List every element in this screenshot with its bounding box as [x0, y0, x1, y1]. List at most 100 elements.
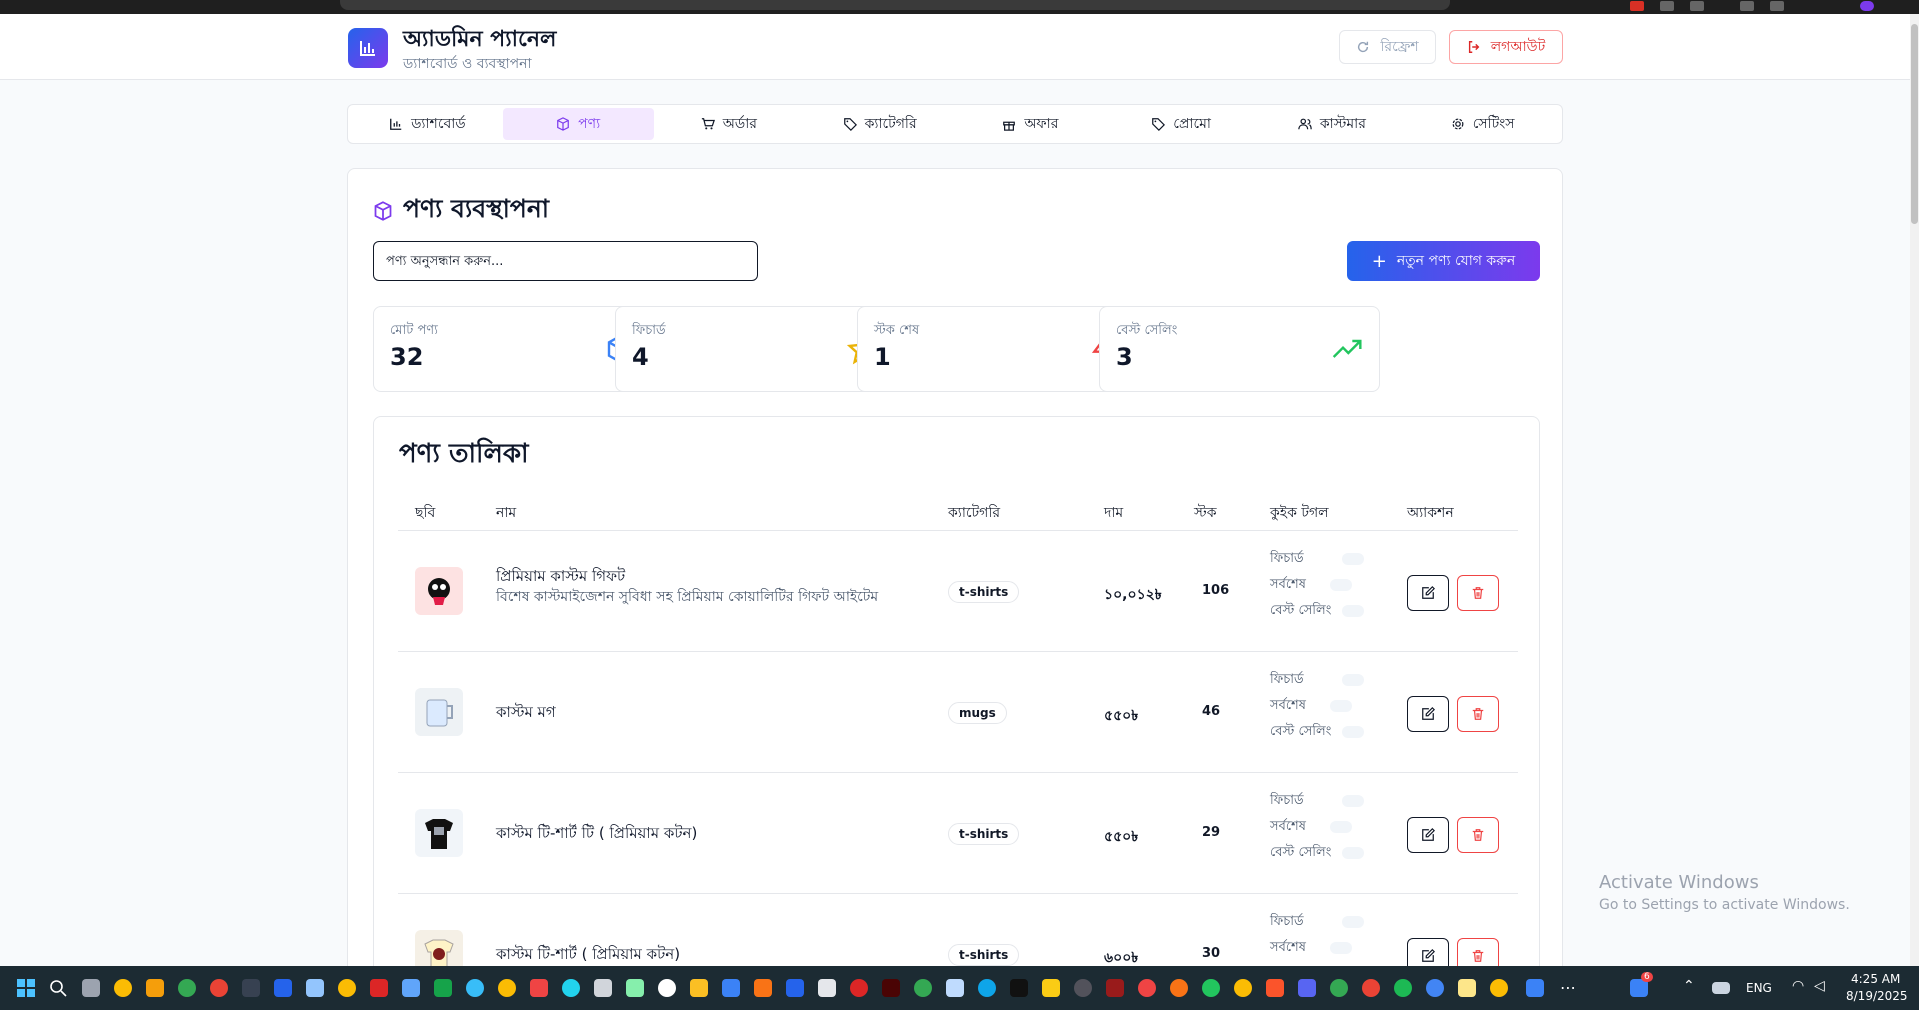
app-icon[interactable] — [146, 979, 164, 997]
windows-start-icon[interactable] — [17, 979, 35, 997]
vscode-icon[interactable] — [722, 979, 740, 997]
discord-icon[interactable] — [1298, 979, 1316, 997]
app-icon[interactable] — [1010, 979, 1028, 997]
app-icon[interactable] — [1138, 979, 1156, 997]
word-icon[interactable] — [274, 979, 292, 997]
chrome-icon[interactable] — [1426, 979, 1444, 997]
logout-button[interactable]: লগআউট — [1449, 30, 1563, 64]
app-icon[interactable] — [1074, 979, 1092, 997]
notification-badge: 6 — [1641, 972, 1653, 982]
page-scrollbar[interactable] — [1910, 14, 1919, 966]
product-search-input[interactable] — [373, 241, 758, 281]
tab-offers[interactable]: অফার — [955, 108, 1106, 140]
tab-settings[interactable]: সেটিংস — [1407, 108, 1558, 140]
app-icon[interactable] — [626, 979, 644, 997]
edit-button[interactable] — [1407, 817, 1449, 853]
chrome-icon[interactable] — [1362, 979, 1380, 997]
more-apps-icon[interactable]: ⋯ — [1560, 978, 1576, 997]
tab-dashboard[interactable]: ড্যাশবোর্ড — [352, 108, 503, 140]
table-row: কাস্টম টি-শার্ট টি ( প্রিমিয়াম কটন) t-s… — [398, 773, 1518, 894]
edge-icon[interactable] — [978, 979, 996, 997]
best-selling-toggle[interactable] — [1342, 605, 1364, 617]
add-product-button[interactable]: + নতুন পণ্য যোগ করুন — [1347, 241, 1540, 281]
product-name: কাস্টম টি-শার্ট ( প্রিমিয়াম কটন) — [496, 945, 681, 963]
spotify-icon[interactable] — [1394, 979, 1412, 997]
file-explorer-icon[interactable] — [690, 979, 708, 997]
search-icon[interactable] — [49, 979, 67, 997]
app-icon[interactable] — [466, 979, 484, 997]
profile-avatar[interactable] — [1860, 1, 1874, 11]
app-icon[interactable] — [1042, 979, 1060, 997]
latest-toggle[interactable] — [1330, 700, 1352, 712]
keyboard-icon[interactable] — [1712, 982, 1730, 994]
notepad-icon[interactable] — [1526, 979, 1544, 997]
extension-icon[interactable] — [1690, 1, 1704, 11]
app-icon[interactable] — [850, 979, 868, 997]
app-icon[interactable] — [946, 979, 964, 997]
app-icon[interactable] — [402, 979, 420, 997]
stat-label: বেস্ট সেলিং — [1116, 323, 1178, 338]
brave-icon[interactable] — [1266, 979, 1284, 997]
app-icon[interactable] — [1458, 979, 1476, 997]
edit-button[interactable] — [1407, 696, 1449, 732]
delete-button[interactable] — [1457, 575, 1499, 611]
app-icon[interactable] — [370, 979, 388, 997]
product-stock: 46 — [1202, 704, 1221, 719]
tab-promo[interactable]: প্রোমো — [1106, 108, 1257, 140]
task-view-icon[interactable] — [82, 979, 100, 997]
youtube-icon[interactable] — [530, 979, 548, 997]
illustrator-icon[interactable] — [882, 979, 900, 997]
extension-icon[interactable] — [1770, 1, 1784, 11]
delete-button[interactable] — [1457, 696, 1499, 732]
app-icon[interactable] — [658, 979, 676, 997]
latest-toggle[interactable] — [1330, 821, 1352, 833]
tab-products[interactable]: পণ্য — [502, 108, 654, 140]
delete-button[interactable] — [1457, 817, 1499, 853]
chrome-icon[interactable] — [1234, 979, 1252, 997]
volume-icon[interactable]: ◁ — [1814, 978, 1825, 994]
terminal-icon[interactable] — [242, 979, 260, 997]
chrome-icon[interactable] — [1330, 979, 1348, 997]
taskbar-time[interactable]: 4:25 AM — [1851, 972, 1900, 986]
tab-customers[interactable]: কাস্টমার — [1257, 108, 1408, 140]
edit-button[interactable] — [1407, 575, 1449, 611]
whatsapp-icon[interactable] — [1202, 979, 1220, 997]
toggle-label-latest: সর্বশেষ — [1270, 819, 1306, 834]
extension-icon[interactable] — [1740, 1, 1754, 11]
tab-categories[interactable]: ক্যাটেগরি — [804, 108, 955, 140]
wifi-icon[interactable]: ◠ — [1792, 978, 1804, 994]
featured-toggle[interactable] — [1342, 674, 1364, 686]
chrome-icon[interactable] — [178, 979, 196, 997]
app-icon[interactable] — [562, 979, 580, 997]
app-icon[interactable] — [594, 979, 612, 997]
chrome-icon[interactable] — [338, 979, 356, 997]
printer-icon[interactable] — [818, 979, 836, 997]
taskbar-date[interactable]: 8/19/2025 — [1846, 989, 1908, 1003]
extension-icon[interactable] — [1660, 1, 1674, 11]
featured-toggle[interactable] — [1342, 916, 1364, 928]
firefox-icon[interactable] — [1170, 979, 1188, 997]
best-selling-toggle[interactable] — [1342, 726, 1364, 738]
extension-icon[interactable] — [1630, 1, 1644, 11]
scrollbar-thumb[interactable] — [1911, 24, 1918, 224]
featured-toggle[interactable] — [1342, 795, 1364, 807]
featured-toggle[interactable] — [1342, 553, 1364, 565]
best-selling-toggle[interactable] — [1342, 847, 1364, 859]
excel-icon[interactable] — [434, 979, 452, 997]
latest-toggle[interactable] — [1330, 579, 1352, 591]
chrome-icon[interactable] — [1490, 979, 1508, 997]
chrome-icon[interactable] — [114, 979, 132, 997]
chrome-icon[interactable] — [210, 979, 228, 997]
refresh-button[interactable]: রিফ্রেশ — [1339, 30, 1436, 64]
chrome-icon[interactable] — [498, 979, 516, 997]
app-icon[interactable] — [786, 979, 804, 997]
app-icon[interactable] — [306, 979, 324, 997]
app-icon[interactable] — [1106, 979, 1124, 997]
address-bar[interactable] — [340, 0, 1450, 10]
language-indicator[interactable]: ENG — [1746, 981, 1772, 995]
latest-toggle[interactable] — [1330, 942, 1352, 954]
powerpoint-icon[interactable] — [754, 979, 772, 997]
chrome-icon[interactable] — [914, 979, 932, 997]
chevron-up-icon[interactable]: ⌃ — [1683, 978, 1695, 994]
tab-orders[interactable]: অর্ডার — [654, 108, 805, 140]
